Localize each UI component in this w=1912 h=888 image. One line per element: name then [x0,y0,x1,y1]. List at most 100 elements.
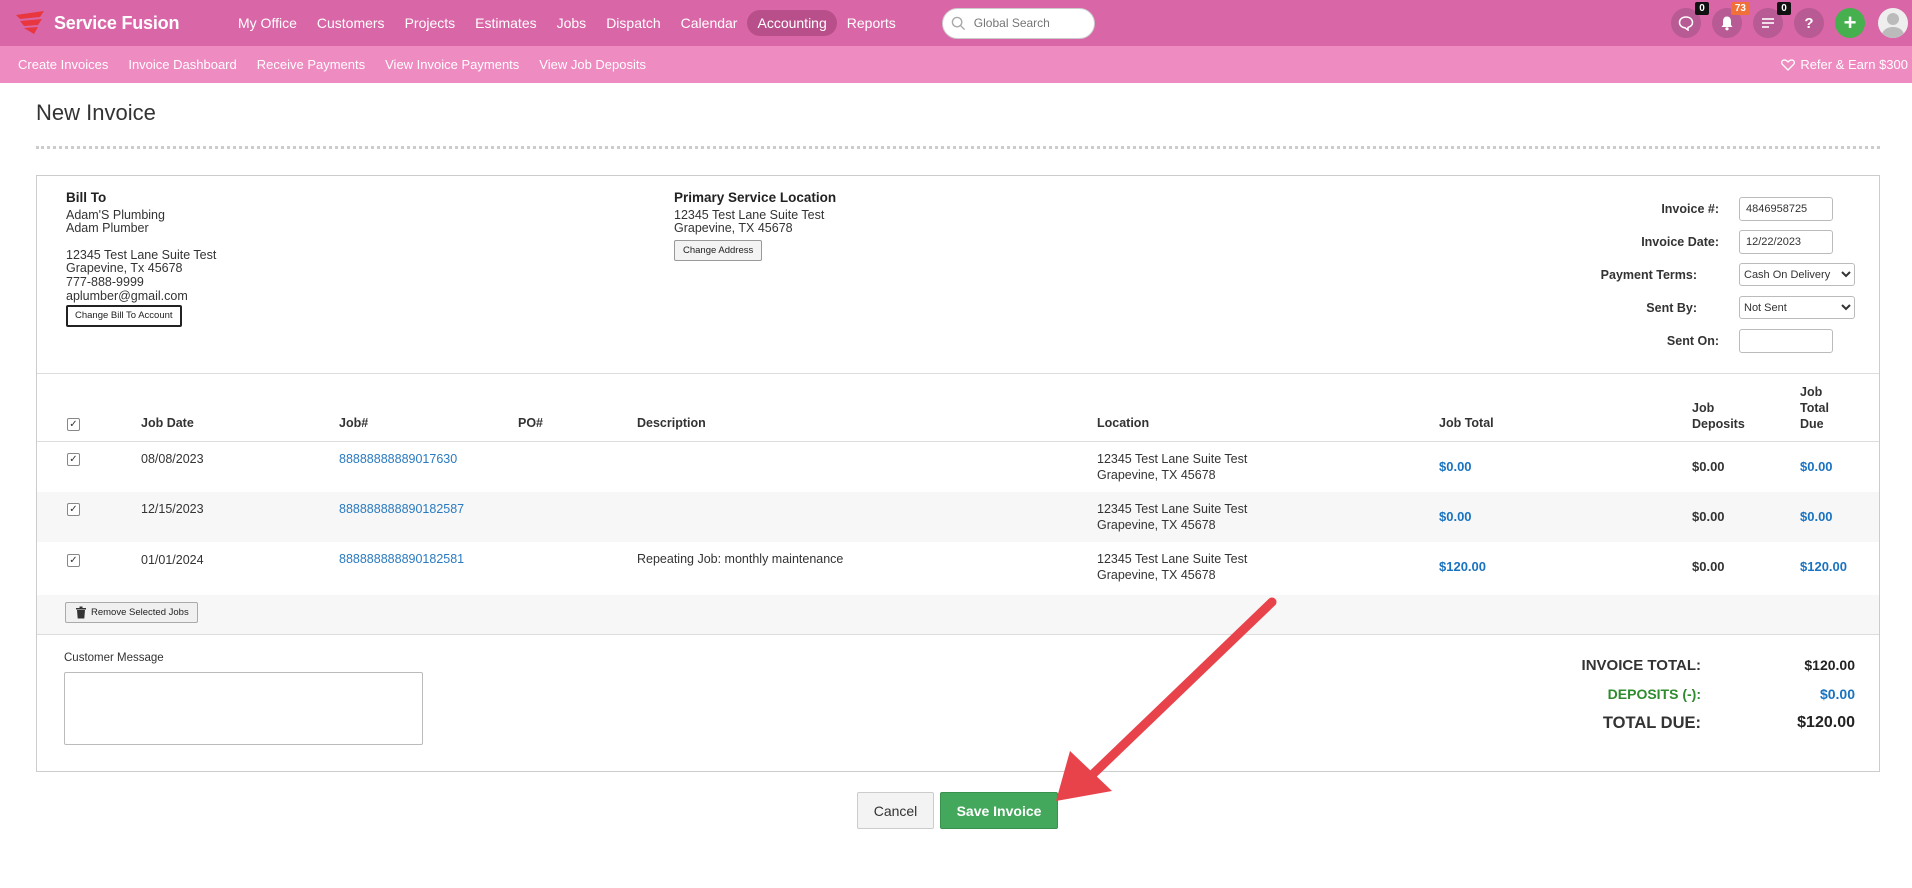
table-row: ✓ 01/01/2024 888888888890182581 Repeatin… [37,542,1879,592]
deposits-value: $0.00 [1819,686,1855,702]
brand-name: Service Fusion [54,12,180,33]
nav-dispatch[interactable]: Dispatch [596,10,670,36]
bill-to-company: Adam'S Plumbing [66,207,165,222]
section-divider [37,373,1879,374]
nav-customers[interactable]: Customers [307,10,395,36]
subnav-view-invoice-payments[interactable]: View Invoice Payments [385,57,519,72]
payment-terms-row: Payment Terms: Cash On Delivery [1513,258,1855,291]
deposits-label: DEPOSITS (-): [1607,686,1701,702]
nav-reports[interactable]: Reports [837,10,906,36]
save-invoice-button[interactable]: Save Invoice [940,792,1058,829]
bill-to-contact: Adam Plumber [66,221,149,236]
cancel-button[interactable]: Cancel [857,792,934,829]
bill-to-email: aplumber@gmail.com [66,288,188,303]
col-job-total[interactable]: Job Total [1439,416,1494,430]
row-job-date: 12/15/2023 [141,502,204,516]
service-location-city: Grapevine, TX 45678 [674,221,793,236]
subnav-view-job-deposits[interactable]: View Job Deposits [539,57,646,72]
tasks-button[interactable]: 0 [1753,2,1791,38]
change-address-button[interactable]: Change Address [674,239,763,262]
change-bill-to-button[interactable]: Change Bill To Account [66,305,182,327]
nav-projects[interactable]: Projects [395,10,466,36]
row-job-total-due: $0.00 [1800,509,1833,524]
subnav-create-invoices[interactable]: Create Invoices [18,57,108,72]
remove-selected-jobs-button[interactable]: Remove Selected Jobs [65,602,198,623]
payment-terms-select[interactable]: Cash On Delivery [1739,263,1855,286]
heart-icon [1781,58,1796,71]
row-location-city: Grapevine, TX 45678 [1097,468,1216,482]
main-nav: My Office Customers Projects Estimates J… [228,10,906,36]
nav-jobs[interactable]: Jobs [547,10,597,36]
col-job-total-due[interactable]: Job Total Due [1800,384,1829,432]
subnav-receive-payments[interactable]: Receive Payments [257,57,365,72]
col-job-total-due-line3: Due [1800,417,1824,431]
customer-message-input[interactable] [64,672,423,745]
row-checkbox[interactable]: ✓ [67,453,80,466]
invoice-date-label: Invoice Date: [1641,234,1719,249]
bill-to-heading: Bill To [66,190,107,205]
service-location-street: 12345 Test Lane Suite Test [674,207,825,222]
invoice-number-input[interactable] [1739,196,1833,221]
row-job-deposits: $0.00 [1692,509,1725,524]
nav-accounting[interactable]: Accounting [747,10,837,36]
bell-icon [1721,16,1733,31]
invoice-date-row: Invoice Date: [1513,225,1833,258]
col-job-total-due-line2: Total [1800,401,1829,415]
user-icon [1881,13,1905,38]
col-job-date[interactable]: Job Date [141,416,194,430]
col-location[interactable]: Location [1097,416,1149,430]
global-search-input[interactable] [971,15,1082,31]
global-search[interactable] [941,7,1095,39]
invoice-date-input[interactable] [1739,229,1833,254]
nav-my-office[interactable]: My Office [228,10,307,36]
top-navigation-bar: Service Fusion My Office Customers Proje… [0,0,1912,46]
sent-by-select[interactable]: Not Sent [1739,296,1855,319]
table-row: ✓ 08/08/2023 88888888889017630 12345 Tes… [37,442,1879,492]
bill-to-phone: 777-888-9999 [66,274,144,289]
col-job-deposits-line2: Deposits [1692,417,1745,431]
refer-and-earn-link[interactable]: Refer & Earn $300 [1781,57,1908,72]
select-all-checkbox[interactable]: ✓ [67,418,80,431]
notifications-button[interactable]: 73 [1712,2,1750,38]
row-location-street: 12345 Test Lane Suite Test [1097,502,1248,516]
row-job-total: $120.00 [1439,559,1486,574]
add-new-button[interactable]: + [1835,8,1865,38]
row-job-number-link[interactable]: 888888888890182587 [339,501,464,517]
customer-message-label: Customer Message [64,652,164,664]
col-job-deposits[interactable]: Job Deposits [1692,400,1745,432]
row-checkbox[interactable]: ✓ [67,503,80,516]
row-job-total-due: $120.00 [1800,559,1847,574]
notifications-count-badge: 73 [1730,2,1750,15]
row-job-number-link[interactable]: 888888888890182581 [339,551,464,567]
col-description[interactable]: Description [637,416,706,430]
col-job-number[interactable]: Job# [339,416,368,430]
subnav-invoice-dashboard[interactable]: Invoice Dashboard [128,57,236,72]
nav-calendar[interactable]: Calendar [671,10,748,36]
row-checkbox[interactable]: ✓ [67,554,80,567]
help-button[interactable]: ? [1794,8,1824,38]
row-job-total: $0.00 [1439,509,1472,524]
total-due-label: TOTAL DUE: [1602,714,1701,732]
service-location-section: Primary Service Location 12345 Test Lane… [674,191,836,262]
chat-count-badge: 0 [1695,2,1709,15]
row-location: 12345 Test Lane Suite Test Grapevine, TX… [1097,551,1247,583]
nav-estimates[interactable]: Estimates [465,10,546,36]
invoice-total-value: $120.00 [1804,657,1855,673]
service-fusion-logo-icon [16,11,44,34]
row-location-street: 12345 Test Lane Suite Test [1097,452,1248,466]
accounting-subnav: Create Invoices Invoice Dashboard Receiv… [0,46,1912,83]
col-job-deposits-line1: Job [1692,401,1715,415]
bill-to-city: Grapevine, Tx 45678 [66,261,183,276]
invoice-card: Bill To Adam'S Plumbing Adam Plumber 123… [36,175,1880,772]
brand-logo[interactable]: Service Fusion [14,9,214,37]
row-job-number-link[interactable]: 88888888889017630 [339,451,457,467]
user-avatar[interactable] [1878,8,1908,38]
row-job-deposits: $0.00 [1692,459,1725,474]
list-icon [1762,18,1774,28]
tasks-count-badge: 0 [1777,2,1791,15]
table-row: ✓ 12/15/2023 888888888890182587 12345 Te… [37,492,1879,542]
col-po-number[interactable]: PO# [518,416,543,430]
col-job-total-due-line1: Job [1800,385,1823,399]
chat-button[interactable]: 0 [1671,2,1709,38]
sent-on-input[interactable] [1739,328,1833,353]
